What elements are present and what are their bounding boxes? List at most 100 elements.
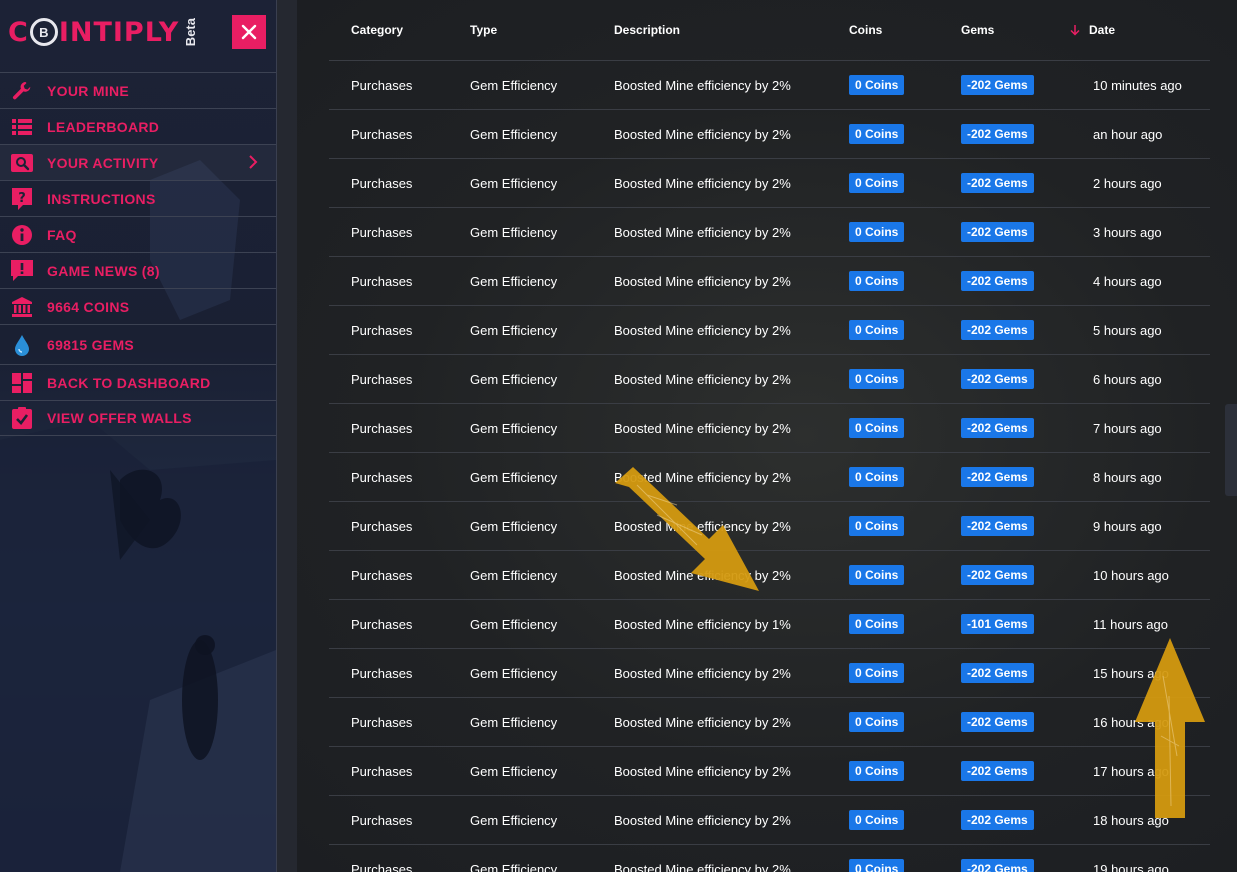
coins-badge: 0 Coins bbox=[849, 418, 905, 438]
cell-coins: 0 Coins bbox=[827, 516, 939, 536]
cell-coins: 0 Coins bbox=[827, 761, 939, 781]
gems-badge: -202 Gems bbox=[961, 124, 1034, 144]
table-header: Category Type Description Coins Gems Dat… bbox=[329, 0, 1210, 61]
cell-type: Gem Efficiency bbox=[470, 714, 558, 730]
header-date-label: Date bbox=[1089, 23, 1116, 37]
cell-coins: 0 Coins bbox=[827, 712, 939, 732]
header-type[interactable]: Type bbox=[448, 23, 592, 37]
sidebar-item-label: INSTRUCTIONS bbox=[47, 190, 156, 207]
gems-badge: -202 Gems bbox=[961, 565, 1034, 585]
cell-type: Gem Efficiency bbox=[470, 812, 558, 828]
brand-logo[interactable]: C B INTIPLY Beta bbox=[8, 12, 208, 52]
cell-description: Boosted Mine efficiency by 2% bbox=[614, 273, 791, 289]
coins-badge: 0 Coins bbox=[849, 369, 905, 389]
table-row: PurchasesGem EfficiencyBoosted Mine effi… bbox=[329, 404, 1210, 453]
cell-coins: 0 Coins bbox=[827, 565, 939, 585]
cell-type: Gem Efficiency bbox=[470, 763, 558, 779]
cell-date: 4 hours ago bbox=[1093, 273, 1162, 289]
cell-category: Purchases bbox=[351, 273, 413, 289]
sidebar-item-your-activity[interactable]: YOUR ACTIVITY bbox=[0, 144, 276, 180]
header-description[interactable]: Description bbox=[592, 23, 827, 37]
cell-category: Purchases bbox=[351, 812, 413, 828]
cell-coins: 0 Coins bbox=[827, 859, 939, 872]
gems-badge: -202 Gems bbox=[961, 75, 1034, 95]
sidebar-item-game-news[interactable]: GAME NEWS (8) bbox=[0, 252, 276, 288]
cell-gems: -202 Gems bbox=[939, 75, 1071, 95]
side-tab-handle[interactable] bbox=[1225, 404, 1237, 496]
sidebar-item-view-offer-walls[interactable]: VIEW OFFER WALLS bbox=[0, 400, 276, 436]
close-sidebar-button[interactable] bbox=[232, 15, 266, 49]
question-icon: ? bbox=[10, 187, 34, 210]
coins-badge: 0 Coins bbox=[849, 761, 905, 781]
cell-coins: 0 Coins bbox=[827, 467, 939, 487]
header-coins[interactable]: Coins bbox=[827, 23, 939, 37]
sidebar-item-your-mine[interactable]: YOUR MINE bbox=[0, 72, 276, 108]
cell-coins: 0 Coins bbox=[827, 614, 939, 634]
sidebar-item-label: GAME NEWS (8) bbox=[47, 262, 160, 279]
svg-text:?: ? bbox=[18, 191, 26, 206]
cell-coins: 0 Coins bbox=[827, 75, 939, 95]
gems-badge: -202 Gems bbox=[961, 369, 1034, 389]
cell-type: Gem Efficiency bbox=[470, 518, 558, 534]
sidebar-item-instructions[interactable]: ? INSTRUCTIONS bbox=[0, 180, 276, 216]
table-row: PurchasesGem EfficiencyBoosted Mine effi… bbox=[329, 600, 1210, 649]
chevron-right-icon bbox=[249, 155, 258, 169]
coins-badge: 0 Coins bbox=[849, 663, 905, 683]
sidebar-item-coins[interactable]: 9664 COINS bbox=[0, 288, 276, 324]
beta-badge: Beta bbox=[183, 17, 199, 47]
cell-type: Gem Efficiency bbox=[470, 273, 558, 289]
close-icon bbox=[241, 24, 257, 40]
sidebar-item-label: BACK TO DASHBOARD bbox=[47, 374, 211, 391]
coins-badge: 0 Coins bbox=[849, 614, 905, 634]
coins-badge: 0 Coins bbox=[849, 467, 905, 487]
cell-date: 9 hours ago bbox=[1093, 518, 1162, 534]
cell-category: Purchases bbox=[351, 420, 413, 436]
gems-badge: -202 Gems bbox=[961, 663, 1034, 683]
coins-badge: 0 Coins bbox=[849, 75, 905, 95]
cell-gems: -202 Gems bbox=[939, 467, 1071, 487]
gems-badge: -202 Gems bbox=[961, 859, 1034, 872]
table-row: PurchasesGem EfficiencyBoosted Mine effi… bbox=[329, 747, 1210, 796]
cell-category: Purchases bbox=[351, 469, 413, 485]
coins-badge: 0 Coins bbox=[849, 222, 905, 242]
cell-description: Boosted Mine efficiency by 2% bbox=[614, 763, 791, 779]
sidebar-item-back-to-dashboard[interactable]: BACK TO DASHBOARD bbox=[0, 364, 276, 400]
cell-type: Gem Efficiency bbox=[470, 322, 558, 338]
sidebar-item-leaderboard[interactable]: LEADERBOARD bbox=[0, 108, 276, 144]
coins-badge: 0 Coins bbox=[849, 565, 905, 585]
table-body: Purchases Gem Efficiency Boosted Mine effi… bbox=[329, 61, 1210, 872]
coins-badge: 0 Coins bbox=[849, 516, 905, 536]
header-gems[interactable]: Gems bbox=[939, 23, 1071, 37]
sort-descending-icon[interactable] bbox=[1069, 24, 1081, 36]
table-row: PurchasesGem EfficiencyBoosted Mine effi… bbox=[329, 159, 1210, 208]
cell-description: Boosted Mine efficiency by 1% bbox=[614, 616, 791, 632]
sidebar-item-gems[interactable]: 69815 GEMS bbox=[0, 324, 276, 364]
cell-category: Purchases bbox=[351, 224, 413, 240]
cell-category: Purchases bbox=[351, 175, 413, 191]
cell-description: Boosted Mine efficiency by 2% bbox=[614, 812, 791, 828]
cell-type: Gem Efficiency bbox=[470, 861, 558, 872]
gems-badge: -202 Gems bbox=[961, 271, 1034, 291]
cell-date: 7 hours ago bbox=[1093, 420, 1162, 436]
panel-edge bbox=[277, 0, 297, 872]
header-date[interactable]: Date bbox=[1069, 23, 1210, 37]
cell-date: 10 minutes ago bbox=[1093, 77, 1182, 93]
cell-type: Gem Efficiency bbox=[470, 224, 558, 240]
cell-description: Boosted Mine efficiency by 2% bbox=[614, 126, 791, 142]
gems-badge: -202 Gems bbox=[961, 516, 1034, 536]
gems-badge: -202 Gems bbox=[961, 810, 1034, 830]
cell-description: Boosted Mine efficiency by 2% bbox=[614, 714, 791, 730]
header-category[interactable]: Category bbox=[329, 23, 448, 37]
cell-description: Boosted Mine efficiency by 2% bbox=[614, 322, 791, 338]
cell-category: Purchases bbox=[351, 665, 413, 681]
news-icon bbox=[10, 259, 34, 282]
coins-badge: 0 Coins bbox=[849, 320, 905, 340]
cell-description: Boosted Mine efficiency by 2% bbox=[614, 665, 791, 681]
sidebar-item-faq[interactable]: FAQ bbox=[0, 216, 276, 252]
cell-gems: -202 Gems bbox=[939, 173, 1071, 193]
table-row: PurchasesGem EfficiencyBoosted Mine effi… bbox=[329, 551, 1210, 600]
search-icon bbox=[10, 152, 34, 174]
cell-description: Boosted Mine efficiency by 2% bbox=[614, 224, 791, 240]
cell-date: 3 hours ago bbox=[1093, 224, 1162, 240]
sidebar-item-label: LEADERBOARD bbox=[47, 118, 160, 135]
